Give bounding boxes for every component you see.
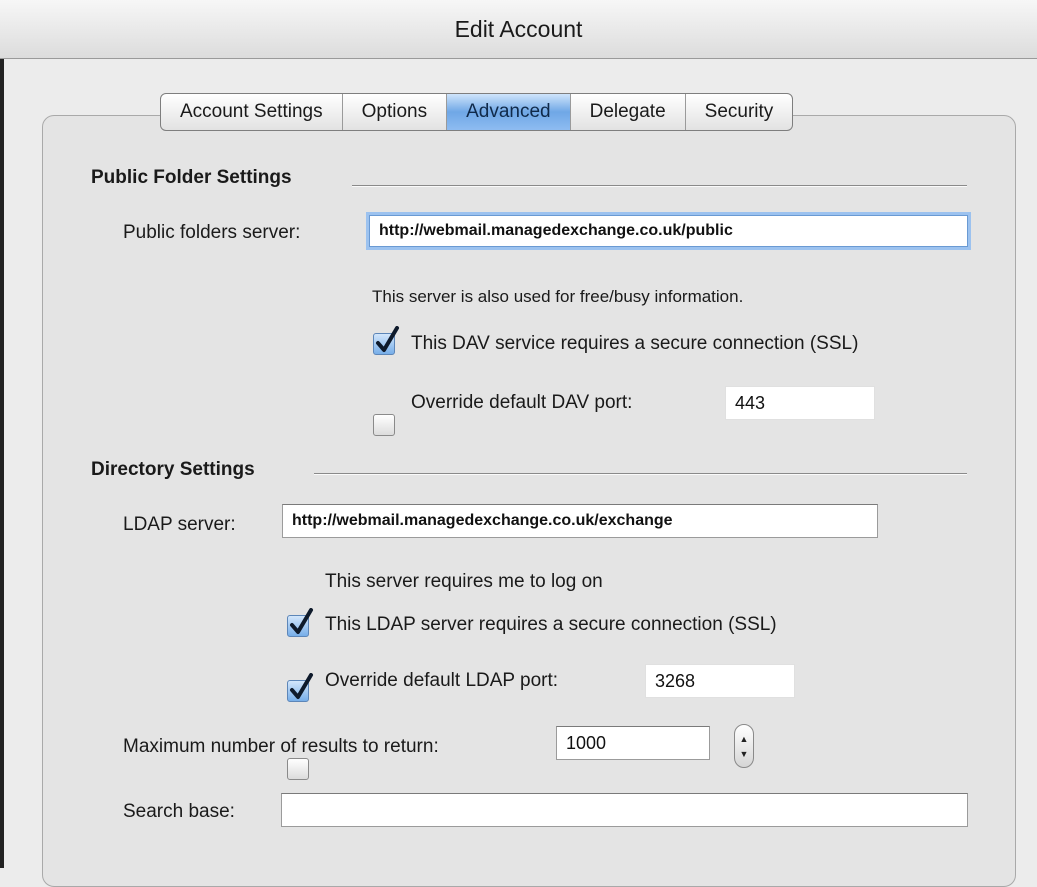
override-ldap-port-checkbox[interactable]	[287, 758, 309, 780]
public-folder-divider	[352, 185, 967, 187]
check-mark-icon	[376, 326, 399, 352]
public-folders-server-input[interactable]	[369, 215, 968, 247]
check-mark-icon	[290, 673, 313, 699]
directory-section-title: Directory Settings	[91, 459, 255, 480]
ldap-ssl-label[interactable]: This LDAP server requires a secure conne…	[325, 614, 777, 636]
max-results-label: Maximum number of results to return:	[123, 736, 439, 757]
tab-account-settings[interactable]: Account Settings	[161, 94, 343, 130]
tab-security[interactable]: Security	[686, 94, 793, 130]
ldap-port-input[interactable]	[645, 664, 795, 698]
tab-delegate[interactable]: Delegate	[571, 94, 686, 130]
ldap-server-input[interactable]	[282, 504, 878, 538]
tab-advanced[interactable]: Advanced	[447, 94, 571, 130]
max-results-stepper[interactable]: ▲ ▼	[734, 724, 754, 768]
directory-divider	[314, 473, 967, 475]
tab-bar: Account Settings Options Advanced Delega…	[160, 93, 794, 131]
search-base-label: Search base:	[123, 801, 235, 822]
override-ldap-port-label[interactable]: Override default LDAP port:	[325, 670, 558, 692]
ldap-logon-label[interactable]: This server requires me to log on	[325, 571, 603, 593]
window-edge	[0, 0, 4, 868]
public-folders-server-label: Public folders server:	[123, 222, 301, 243]
ldap-server-label: LDAP server:	[123, 514, 236, 535]
free-busy-info-text: This server is also used for free/busy i…	[372, 287, 744, 306]
ldap-logon-checkbox[interactable]	[287, 608, 313, 637]
triangle-down-icon[interactable]: ▼	[735, 750, 753, 759]
window-title-bar[interactable]: Edit Account	[0, 0, 1037, 59]
ldap-ssl-checkbox[interactable]	[287, 673, 313, 702]
max-results-input[interactable]	[556, 726, 710, 760]
dav-ssl-checkbox[interactable]	[373, 326, 399, 355]
window-title: Edit Account	[454, 16, 583, 42]
dav-ssl-label[interactable]: This DAV service requires a secure conne…	[411, 333, 858, 355]
triangle-up-icon[interactable]: ▲	[735, 735, 753, 744]
tab-options[interactable]: Options	[343, 94, 448, 130]
dav-port-input[interactable]	[725, 386, 875, 420]
public-folder-section-title: Public Folder Settings	[91, 167, 292, 188]
check-mark-icon	[290, 608, 313, 634]
override-dav-port-label[interactable]: Override default DAV port:	[411, 392, 632, 414]
override-dav-port-checkbox[interactable]	[373, 414, 395, 436]
search-base-input[interactable]	[281, 793, 968, 827]
